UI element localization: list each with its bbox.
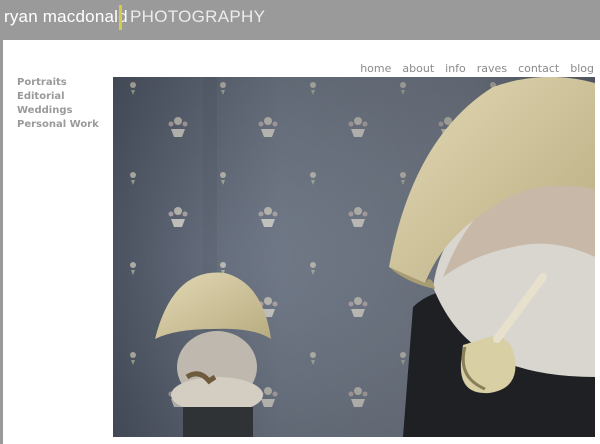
- brand-subtitle: PHOTOGRAPHY: [130, 7, 266, 26]
- nav-contact[interactable]: contact: [518, 62, 559, 75]
- gallery-navigation: Portraits Editorial Weddings Personal Wo…: [17, 76, 99, 132]
- featured-photo[interactable]: [113, 77, 595, 437]
- top-navigation: home about info raves contact blog: [360, 62, 594, 75]
- sidebar-item-editorial[interactable]: Editorial: [17, 90, 99, 104]
- nav-info[interactable]: info: [445, 62, 466, 75]
- nav-about[interactable]: about: [402, 62, 434, 75]
- sidebar-item-personal-work[interactable]: Personal Work: [17, 118, 99, 132]
- nav-raves[interactable]: raves: [477, 62, 507, 75]
- brand-divider: [119, 5, 122, 30]
- sidebar-item-portraits[interactable]: Portraits: [17, 76, 99, 90]
- content-panel: home about info raves contact blog Portr…: [3, 40, 600, 444]
- nav-blog[interactable]: blog: [570, 62, 594, 75]
- brand-name[interactable]: ryan macdonald: [4, 7, 128, 27]
- sidebar-item-weddings[interactable]: Weddings: [17, 104, 99, 118]
- site-header: ryan macdonald PHOTOGRAPHY: [0, 0, 600, 40]
- nav-home[interactable]: home: [360, 62, 391, 75]
- portrait-image: [113, 77, 595, 437]
